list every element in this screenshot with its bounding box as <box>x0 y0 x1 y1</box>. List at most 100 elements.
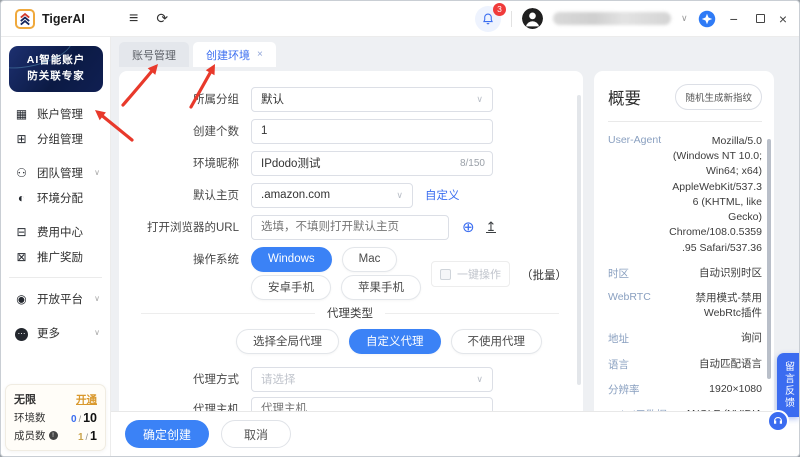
sidebar: AI智能账户 防关联专家 ▦ 账户管理 ⊞ 分组管理 ⚇ 团队管理 ∨ ◐ 环境… <box>1 37 111 456</box>
chevron-down-icon: ∨ <box>94 168 100 177</box>
cost-center-icon: ⊟ <box>16 224 27 239</box>
group-manage-icon: ⊞ <box>16 131 27 146</box>
plan-name: 无限 <box>14 394 36 406</box>
refresh-icon[interactable]: ⟳ <box>156 10 168 27</box>
os-option-android[interactable]: 安卓手机 <box>251 274 331 300</box>
sidebar-item-team-manage[interactable]: ⚇ 团队管理 ∨ <box>1 160 110 185</box>
divider <box>608 121 762 122</box>
chevron-down-icon: ∨ <box>94 294 100 303</box>
confirm-create-button[interactable]: 确定创建 <box>125 420 210 448</box>
chevron-down-icon: ∨ <box>396 189 403 200</box>
app-name: TigerAI <box>42 11 85 26</box>
headset-icon <box>774 417 782 424</box>
regen-fingerprint-button[interactable]: 随机生成新指纹 <box>675 84 762 110</box>
member-total: 1 <box>90 428 97 443</box>
open-url-input[interactable] <box>251 214 449 240</box>
os-option-iphone[interactable]: 苹果手机 <box>341 274 421 300</box>
os-option-windows[interactable]: Windows <box>251 246 332 272</box>
sidebar-item-env-allocate[interactable]: ◐ 环境分配 <box>1 185 110 210</box>
env-allocate-icon: ◐ <box>17 190 26 205</box>
hamburger-menu-icon[interactable]: ≡ <box>129 10 138 28</box>
sidebar-item-label: 更多 <box>37 327 60 340</box>
summary-row-timezone: 时区 自动识别时区 <box>608 266 762 280</box>
sidebar-menu: ▦ 账户管理 ⊞ 分组管理 ⚇ 团队管理 ∨ ◐ 环境分配 ⊟ 费用中心 ⊠ 推… <box>1 101 110 345</box>
proxy-tab-none[interactable]: 不使用代理 <box>450 328 542 354</box>
notification-bell-icon[interactable]: 3 <box>475 2 507 32</box>
app-logo: TigerAI <box>1 8 111 29</box>
sidebar-item-promo-reward[interactable]: ⊠ 推广奖励 <box>1 244 110 269</box>
tab-create-env[interactable]: 创建环境 × <box>193 42 276 67</box>
tab-close-icon[interactable]: × <box>257 49 263 60</box>
summary-row-address: 地址 询问 <box>608 332 762 346</box>
tab-label: 创建环境 <box>206 49 250 62</box>
feedback-side-tab[interactable]: 留言反馈 <box>777 353 799 417</box>
env-count-label: 环境数 <box>14 412 46 424</box>
count-input[interactable] <box>251 118 493 144</box>
count-label: 创建个数 <box>193 126 239 138</box>
summary-row-language: 语言 自动匹配语言 <box>608 357 762 371</box>
account-chevron-down-icon[interactable]: ∨ <box>681 13 688 24</box>
tab-strip: 账号管理 创建环境 × <box>111 37 799 67</box>
maximize-button[interactable] <box>755 14 765 23</box>
divider <box>511 10 513 27</box>
sidebar-item-label: 推广奖励 <box>37 251 83 264</box>
chevron-down-icon: ∨ <box>476 373 483 384</box>
proxy-tab-custom[interactable]: 自定义代理 <box>349 328 441 354</box>
proxy-section-title: 代理类型 <box>327 308 373 320</box>
batch-suffix: （批量） <box>521 270 567 282</box>
tab-label: 账号管理 <box>132 49 176 62</box>
notification-badge: 3 <box>493 2 507 16</box>
sidebar-item-label: 账户管理 <box>37 108 83 121</box>
add-url-icon[interactable]: ⊕ <box>462 218 475 236</box>
group-select[interactable]: 默认 ∨ <box>251 86 493 112</box>
activate-link[interactable]: 开通 <box>76 392 97 407</box>
sidebar-divider <box>9 277 102 278</box>
app-window: TigerAI ≡ ⟳ 3 ∨ − × AI智能账户 防关联专家 ▦ 账户管理 … <box>0 0 800 457</box>
account-grid-icon: ▦ <box>15 106 28 121</box>
homepage-label: 默认主页 <box>193 190 239 202</box>
custom-homepage-link[interactable]: 自定义 <box>425 187 460 203</box>
banner-line2: 防关联专家 <box>27 70 85 82</box>
cancel-button[interactable]: 取消 <box>221 420 292 448</box>
sidebar-item-more[interactable]: ⋯ 更多 ∨ <box>1 320 110 345</box>
user-avatar[interactable] <box>522 8 544 29</box>
summary-title: 概要 <box>608 90 641 108</box>
info-icon: ! <box>48 431 58 440</box>
summary-panel: 概要 随机生成新指纹 User-Agent Mozilla/5.0 (Windo… <box>594 71 774 428</box>
membership-gem-icon[interactable] <box>698 10 716 28</box>
banner-line1: AI智能账户 <box>26 54 86 67</box>
username-redacted <box>553 12 672 25</box>
sidebar-item-cost-center[interactable]: ⊟ 费用中心 <box>1 219 110 244</box>
sidebar-item-account-manage[interactable]: ▦ 账户管理 <box>1 101 110 126</box>
nickname-label: 环境昵称 <box>193 158 239 170</box>
sidebar-banner: AI智能账户 防关联专家 <box>9 46 103 92</box>
promo-reward-gift-icon: ⊠ <box>16 249 27 264</box>
sidebar-item-open-platform[interactable]: ◉ 开放平台 ∨ <box>1 286 110 311</box>
close-window-button[interactable]: × <box>779 11 787 27</box>
proxy-tab-global[interactable]: 选择全局代理 <box>236 328 339 354</box>
homepage-select[interactable]: .amazon.com ∨ <box>251 182 413 208</box>
nickname-input[interactable] <box>251 150 493 176</box>
sidebar-item-label: 费用中心 <box>37 226 83 239</box>
upload-icon[interactable]: ↥ <box>485 220 497 233</box>
checkbox-icon <box>440 268 451 280</box>
proxy-mode-placeholder: 请选择 <box>261 374 296 386</box>
member-used: 1 <box>77 431 84 443</box>
tab-account-manage[interactable]: 账号管理 <box>119 42 189 67</box>
summary-scrollbar[interactable] <box>767 139 771 379</box>
customer-service-button[interactable] <box>767 410 789 432</box>
proxy-mode-select[interactable]: 请选择 ∨ <box>251 366 493 392</box>
env-used: 0 <box>71 413 77 425</box>
summary-row-useragent: User-Agent Mozilla/5.0 (Windows NT 10.0;… <box>608 134 762 254</box>
os-option-mac[interactable]: Mac <box>341 246 398 272</box>
form-scrollbar[interactable] <box>577 95 581 385</box>
chevron-down-icon: ∨ <box>94 328 100 337</box>
sidebar-item-group-manage[interactable]: ⊞ 分组管理 <box>1 126 110 151</box>
main-content: 账号管理 创建环境 × 所属分组 默认 ∨ 创建个数 环境昵称 <box>111 37 799 456</box>
batch-operate-checkbox[interactable]: 一键操作 <box>431 261 510 287</box>
sidebar-item-label: 环境分配 <box>37 192 83 205</box>
group-label: 所属分组 <box>193 94 239 106</box>
env-total: 10 <box>83 410 97 425</box>
member-count-label: 成员数 <box>14 430 46 442</box>
minimize-button[interactable]: − <box>730 11 738 27</box>
